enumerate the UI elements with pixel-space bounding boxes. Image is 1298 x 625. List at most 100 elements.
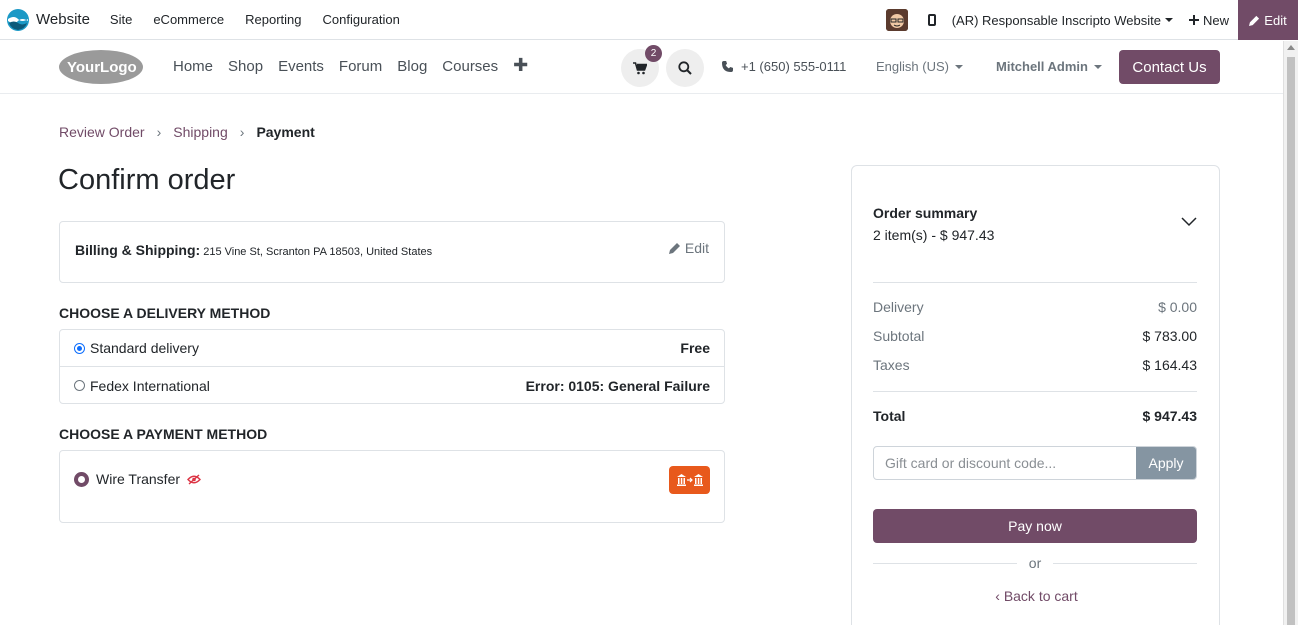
breadcrumb-review-order[interactable]: Review Order xyxy=(59,124,145,140)
scrollbar-thumb[interactable] xyxy=(1287,57,1295,625)
breadcrumb-payment: Payment xyxy=(256,124,315,140)
phone-icon xyxy=(722,61,733,72)
menu-site[interactable]: Site xyxy=(110,12,132,27)
chevron-left-icon: ‹ xyxy=(995,588,1004,604)
new-button[interactable]: New xyxy=(1188,12,1229,28)
caret-down-icon xyxy=(1093,64,1102,69)
discount-code-form: Apply xyxy=(873,446,1197,480)
edit-address-button[interactable]: Edit xyxy=(668,240,709,256)
payment-methods-list: Wire Transfer xyxy=(59,450,725,523)
caret-down-icon xyxy=(1164,18,1173,22)
website-app-icon[interactable] xyxy=(6,8,30,32)
search-button[interactable] xyxy=(666,49,704,87)
payment-option-wire-transfer[interactable]: Wire Transfer xyxy=(74,471,201,487)
site-logo[interactable]: YourLogo xyxy=(58,49,144,85)
order-items-total: 2 item(s) - $ 947.43 xyxy=(873,227,995,243)
edit-button[interactable]: Edit xyxy=(1238,0,1298,40)
or-label: or xyxy=(1028,555,1042,571)
discount-code-input[interactable] xyxy=(874,447,1136,479)
user-menu[interactable]: Mitchell Admin xyxy=(996,59,1102,74)
delivery-radio-fedex[interactable] xyxy=(74,380,85,391)
back-to-cart-label: Back to cart xyxy=(1003,588,1078,604)
billing-shipping-address: 215 Vine St, Scranton PA 18503, United S… xyxy=(203,246,433,258)
logo-text: YourLogo xyxy=(67,59,137,76)
pencil-icon xyxy=(668,243,680,254)
page-scrollbar[interactable] xyxy=(1283,41,1298,625)
edit-address-label: Edit xyxy=(684,240,709,256)
contact-us-button[interactable]: Contact Us xyxy=(1119,50,1220,84)
delivery-error: Error: 0105: General Failure xyxy=(525,377,710,394)
delivery-option-fedex[interactable]: Fedex International Error: 0105: General… xyxy=(60,367,724,404)
company-switcher[interactable]: (AR) Responsable Inscripto Website xyxy=(952,13,1173,28)
or-separator: or xyxy=(873,555,1198,571)
scroll-up-arrow-icon[interactable] xyxy=(1287,45,1295,50)
search-icon xyxy=(678,61,692,75)
mobile-preview-icon[interactable] xyxy=(927,14,936,26)
page-title: Confirm order xyxy=(58,164,236,196)
divider xyxy=(873,391,1197,392)
payment-radio-wire-transfer[interactable] xyxy=(74,471,89,487)
new-label: New xyxy=(1202,12,1229,28)
delivery-radio-standard[interactable] xyxy=(74,342,85,354)
phone-link[interactable]: +1 (650) 555-0111 xyxy=(722,59,846,74)
chevron-right-icon: › xyxy=(156,124,162,140)
delivery-name: Standard delivery xyxy=(90,340,199,356)
menu-ecommerce[interactable]: eCommerce xyxy=(153,12,224,27)
subtotal-amount: $ 783.00 xyxy=(1142,328,1198,344)
checkout-breadcrumb: Review Order › Shipping › Payment xyxy=(59,124,315,140)
nav-events[interactable]: Events xyxy=(278,58,324,75)
billing-shipping-card: Billing & Shipping: 215 Vine St, Scranton… xyxy=(59,221,725,283)
delivery-name: Fedex International xyxy=(90,377,210,394)
billing-shipping-label: Billing & Shipping: xyxy=(75,242,201,258)
delivery-methods-list: Standard delivery Free Fedex Internation… xyxy=(59,329,725,404)
menu-configuration[interactable]: Configuration xyxy=(323,12,400,27)
subtotal-label: Subtotal xyxy=(873,328,925,344)
taxes-amount: $ 164.43 xyxy=(1142,357,1198,373)
total-amount: $ 947.43 xyxy=(1142,408,1198,424)
add-page-icon[interactable]: ✚ xyxy=(513,56,528,75)
cart-count-badge: 2 xyxy=(645,45,662,62)
admin-navbar: Website Site eCommerce Reporting Configu… xyxy=(0,0,1298,40)
nav-shop[interactable]: Shop xyxy=(228,58,263,75)
nav-forum[interactable]: Forum xyxy=(339,58,382,75)
nav-courses[interactable]: Courses xyxy=(442,58,498,75)
cart-icon xyxy=(633,61,647,74)
chevron-down-icon[interactable] xyxy=(1181,217,1197,227)
apply-discount-button[interactable]: Apply xyxy=(1136,447,1196,479)
delivery-section-title: CHOOSE A DELIVERY METHOD xyxy=(59,305,271,321)
caret-down-icon xyxy=(954,64,963,69)
language-label: English (US) xyxy=(876,59,949,74)
summary-delivery-row: Delivery $ 0.00 xyxy=(873,299,1197,315)
plus-icon xyxy=(1188,15,1199,25)
eye-slash-icon[interactable] xyxy=(187,473,201,485)
delivery-price: Free xyxy=(680,340,710,356)
phone-number: +1 (650) 555-0111 xyxy=(741,59,847,74)
pencil-icon xyxy=(1249,15,1260,26)
menu-reporting[interactable]: Reporting xyxy=(245,12,301,27)
total-label: Total xyxy=(873,408,906,424)
breadcrumb-shipping[interactable]: Shipping xyxy=(173,124,228,140)
pay-now-button[interactable]: Pay now xyxy=(873,509,1197,543)
back-to-cart-link[interactable]: ‹ Back to cart xyxy=(852,588,1221,604)
payment-section-title: CHOOSE A PAYMENT METHOD xyxy=(59,426,268,442)
summary-total-row: Total $ 947.43 xyxy=(873,408,1197,424)
wire-transfer-icon xyxy=(669,466,710,494)
user-name: Mitchell Admin xyxy=(996,59,1088,74)
divider xyxy=(873,282,1197,283)
edit-label: Edit xyxy=(1264,12,1287,28)
nav-home[interactable]: Home xyxy=(173,58,213,75)
billing-shipping-row: Billing & Shipping: 215 Vine St, Scranton… xyxy=(75,242,432,258)
app-name[interactable]: Website xyxy=(36,11,90,28)
delivery-label: Delivery xyxy=(873,299,924,315)
site-header: YourLogo Home Shop Events Forum Blog Cou… xyxy=(0,41,1283,94)
summary-subtotal-row: Subtotal $ 783.00 xyxy=(873,328,1197,344)
debug-avatar-icon[interactable] xyxy=(885,9,908,31)
order-summary-card: Order summary 2 item(s) - $ 947.43 Deliv… xyxy=(851,165,1220,625)
summary-taxes-row: Taxes $ 164.43 xyxy=(873,357,1197,373)
company-name: (AR) Responsable Inscripto Website xyxy=(951,12,1161,28)
nav-blog[interactable]: Blog xyxy=(397,58,427,75)
language-selector[interactable]: English (US) xyxy=(876,59,963,74)
payment-method-name: Wire Transfer xyxy=(96,471,181,487)
main-nav: Home Shop Events Forum Blog Courses ✚ xyxy=(173,56,528,75)
delivery-option-standard[interactable]: Standard delivery Free xyxy=(60,330,724,367)
